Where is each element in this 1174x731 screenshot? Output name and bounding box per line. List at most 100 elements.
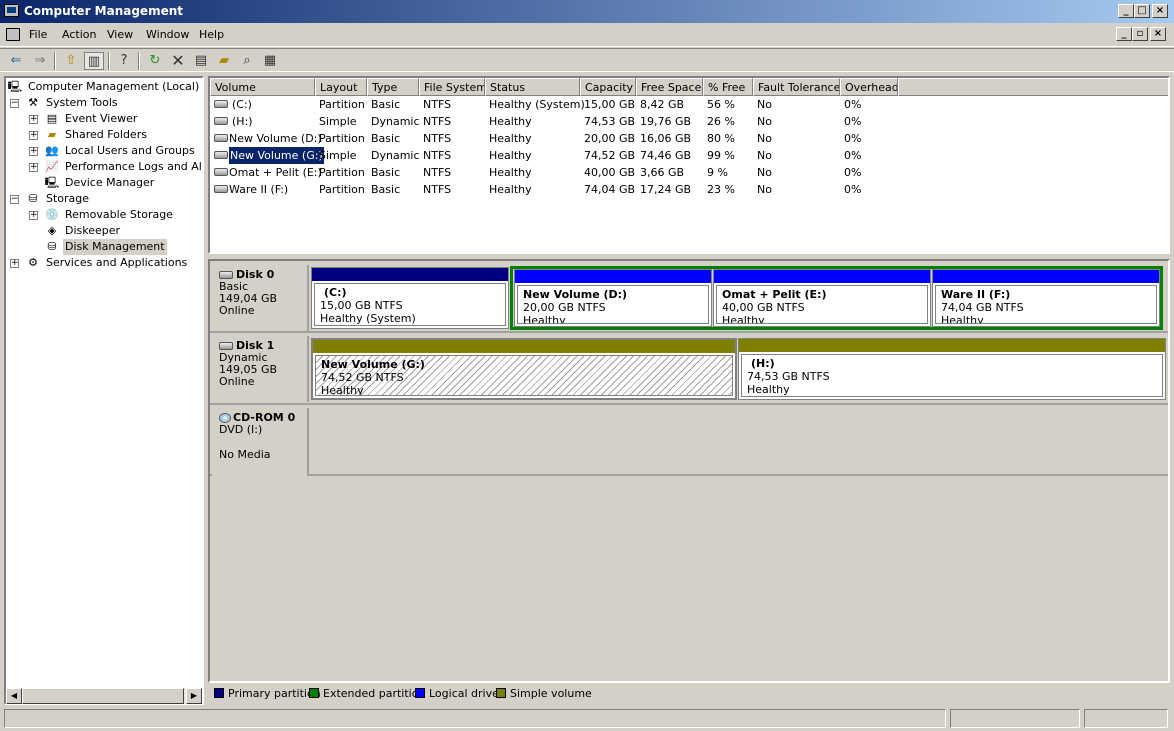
delete-icon[interactable]: ✕ bbox=[168, 52, 188, 70]
computer-management-icon bbox=[4, 4, 19, 17]
column-header-capacity[interactable]: Capacity bbox=[580, 78, 636, 96]
table-cell: No bbox=[757, 115, 772, 128]
volume-c[interactable]: (C:) 15,00 GB NTFS Healthy (System) bbox=[311, 267, 509, 329]
table-row[interactable]: Omat + Pelit (E:) Partition Basic NTFS Healt… bbox=[210, 164, 1168, 181]
volume-g[interactable]: New Volume (G:) 74,52 GB NTFS Healthy bbox=[311, 338, 737, 400]
open-folder-icon[interactable]: ▰ bbox=[214, 52, 234, 70]
close-button[interactable]: × bbox=[1152, 4, 1168, 18]
child-minimize-button[interactable]: _ bbox=[1116, 27, 1132, 41]
scroll-left-icon[interactable]: ◀ bbox=[6, 688, 22, 704]
expand-icon[interactable]: + bbox=[10, 259, 19, 268]
column-header-volume[interactable]: Volume bbox=[210, 78, 315, 96]
scroll-thumb[interactable] bbox=[22, 688, 184, 704]
volume-name: Ware II (F:) bbox=[941, 288, 1011, 301]
volume-size: 40,00 GB NTFS bbox=[722, 301, 805, 314]
table-row[interactable]: (C:) Partition Basic NTFS Healthy (System) 15… bbox=[210, 96, 1168, 113]
menu-action[interactable]: Action bbox=[62, 28, 96, 41]
column-header-percent-free[interactable]: % Free bbox=[703, 78, 753, 96]
volume-color-bar bbox=[933, 270, 1159, 283]
table-cell: No bbox=[757, 98, 772, 111]
volume-e[interactable]: Omat + Pelit (E:) 40,00 GB NTFS Healthy bbox=[713, 269, 931, 327]
disk-management-icon: ⛁ bbox=[47, 240, 57, 253]
table-cell: NTFS bbox=[423, 183, 452, 196]
search-icon[interactable]: ⌕ bbox=[237, 52, 257, 70]
menu-file[interactable]: File bbox=[29, 28, 47, 41]
volume-list: Volume Layout Type File System Status Ca… bbox=[208, 76, 1170, 254]
scroll-right-icon[interactable]: ▶ bbox=[186, 688, 202, 704]
legend: Primary partition Extended partition Log… bbox=[208, 685, 1170, 705]
legend-primary: Primary partition bbox=[214, 688, 321, 700]
table-cell: NTFS bbox=[423, 166, 452, 179]
expand-icon[interactable]: + bbox=[29, 163, 38, 172]
expand-icon[interactable]: + bbox=[29, 115, 38, 124]
tools-icon: ⚒ bbox=[28, 96, 38, 109]
mmc-app-icon[interactable] bbox=[6, 28, 20, 41]
table-cell: Dynamic bbox=[371, 149, 420, 162]
volume-name-cell: New Volume (G:) bbox=[228, 146, 325, 165]
volume-status: Healthy bbox=[523, 314, 566, 324]
properties-icon[interactable]: ▤ bbox=[191, 52, 211, 70]
table-cell: Partition bbox=[319, 98, 365, 111]
forward-arrow-icon[interactable]: ⇒ bbox=[30, 52, 50, 70]
expand-icon[interactable]: + bbox=[29, 211, 38, 220]
table-cell: 99 % bbox=[707, 149, 735, 162]
collapse-icon[interactable]: − bbox=[10, 99, 19, 108]
column-header-type[interactable]: Type bbox=[367, 78, 419, 96]
volume-d[interactable]: New Volume (D:) 20,00 GB NTFS Healthy bbox=[514, 269, 712, 327]
hard-disk-icon bbox=[219, 342, 233, 350]
child-close-button[interactable]: × bbox=[1150, 27, 1166, 41]
legend-swatch bbox=[496, 688, 506, 698]
disk-0-info[interactable]: Disk 0 Basic 149,04 GB Online bbox=[212, 265, 309, 331]
disk-1-info[interactable]: Disk 1 Dynamic 149,05 GB Online bbox=[212, 336, 309, 402]
expand-icon[interactable]: + bbox=[29, 147, 38, 156]
table-cell: Basic bbox=[371, 183, 401, 196]
refresh-icon[interactable]: ↻ bbox=[145, 52, 165, 70]
column-header-overhead[interactable]: Overhead bbox=[840, 78, 898, 96]
properties-help-icon[interactable]: ? bbox=[114, 52, 134, 70]
show-hide-tree-icon[interactable]: ▥ bbox=[84, 52, 104, 70]
menu-window[interactable]: Window bbox=[146, 28, 189, 41]
table-cell: Healthy bbox=[489, 132, 532, 145]
settings-icon[interactable]: ▦ bbox=[260, 52, 280, 70]
volume-color-bar bbox=[714, 270, 930, 283]
cdrom-0-type: DVD (I:) bbox=[219, 423, 263, 436]
maximize-button[interactable]: □ bbox=[1134, 4, 1150, 18]
volume-name: New Volume (G:) bbox=[321, 358, 425, 371]
column-header-fault-tolerance[interactable]: Fault Tolerance bbox=[753, 78, 840, 96]
expand-icon[interactable]: + bbox=[29, 131, 38, 140]
table-cell: 56 % bbox=[707, 98, 735, 111]
volume-status: Healthy bbox=[321, 384, 364, 396]
column-header-file-system[interactable]: File System bbox=[419, 78, 485, 96]
volume-f[interactable]: Ware II (F:) 74,04 GB NTFS Healthy bbox=[932, 269, 1160, 327]
volume-name: New Volume (D:) bbox=[523, 288, 628, 301]
table-cell: 17,24 GB bbox=[640, 183, 692, 196]
volume-color-bar bbox=[312, 268, 508, 281]
menu-help[interactable]: Help bbox=[199, 28, 224, 41]
legend-swatch bbox=[309, 688, 319, 698]
column-header-free-space[interactable]: Free Space bbox=[636, 78, 703, 96]
volume-icon bbox=[214, 100, 228, 108]
table-row[interactable]: New Volume (G:) Simple Dynamic NTFS Healthy 7… bbox=[210, 146, 1168, 165]
up-folder-icon[interactable]: ⇧ bbox=[61, 52, 81, 70]
volume-color-bar bbox=[515, 270, 711, 283]
cdrom-0-info[interactable]: CD-ROM 0 DVD (I:) No Media bbox=[212, 408, 309, 476]
volume-name-cell: Ware II (F:) bbox=[229, 183, 289, 196]
table-cell: 15,00 GB bbox=[584, 98, 636, 111]
column-header-status[interactable]: Status bbox=[485, 78, 580, 96]
table-row[interactable]: (H:) Simple Dynamic NTFS Healthy 74,53 GB 19,7… bbox=[210, 113, 1168, 130]
cd-rom-icon bbox=[219, 413, 231, 423]
column-header-layout[interactable]: Layout bbox=[315, 78, 367, 96]
volume-h[interactable]: (H:) 74,53 GB NTFS Healthy bbox=[738, 338, 1166, 400]
minimize-button[interactable]: _ bbox=[1118, 4, 1134, 18]
table-row[interactable]: Ware II (F:) Partition Basic NTFS Healthy 74,… bbox=[210, 181, 1168, 198]
menu-view[interactable]: View bbox=[107, 28, 133, 41]
disk-0-row: Disk 0 Basic 149,04 GB Online (C:) 15,00… bbox=[210, 263, 1168, 333]
back-arrow-icon[interactable]: ⇐ bbox=[6, 52, 26, 70]
performance-icon: 📈 bbox=[45, 160, 59, 173]
table-row[interactable]: New Volume (D:) Partition Basic NTFS Healthy… bbox=[210, 130, 1168, 147]
child-restore-button[interactable]: ▫ bbox=[1132, 27, 1148, 41]
tree-horizontal-scrollbar[interactable]: ◀ ▶ bbox=[6, 688, 202, 704]
table-cell: 16,06 GB bbox=[640, 132, 692, 145]
table-cell: 74,53 GB bbox=[584, 115, 636, 128]
collapse-icon[interactable]: − bbox=[10, 195, 19, 204]
